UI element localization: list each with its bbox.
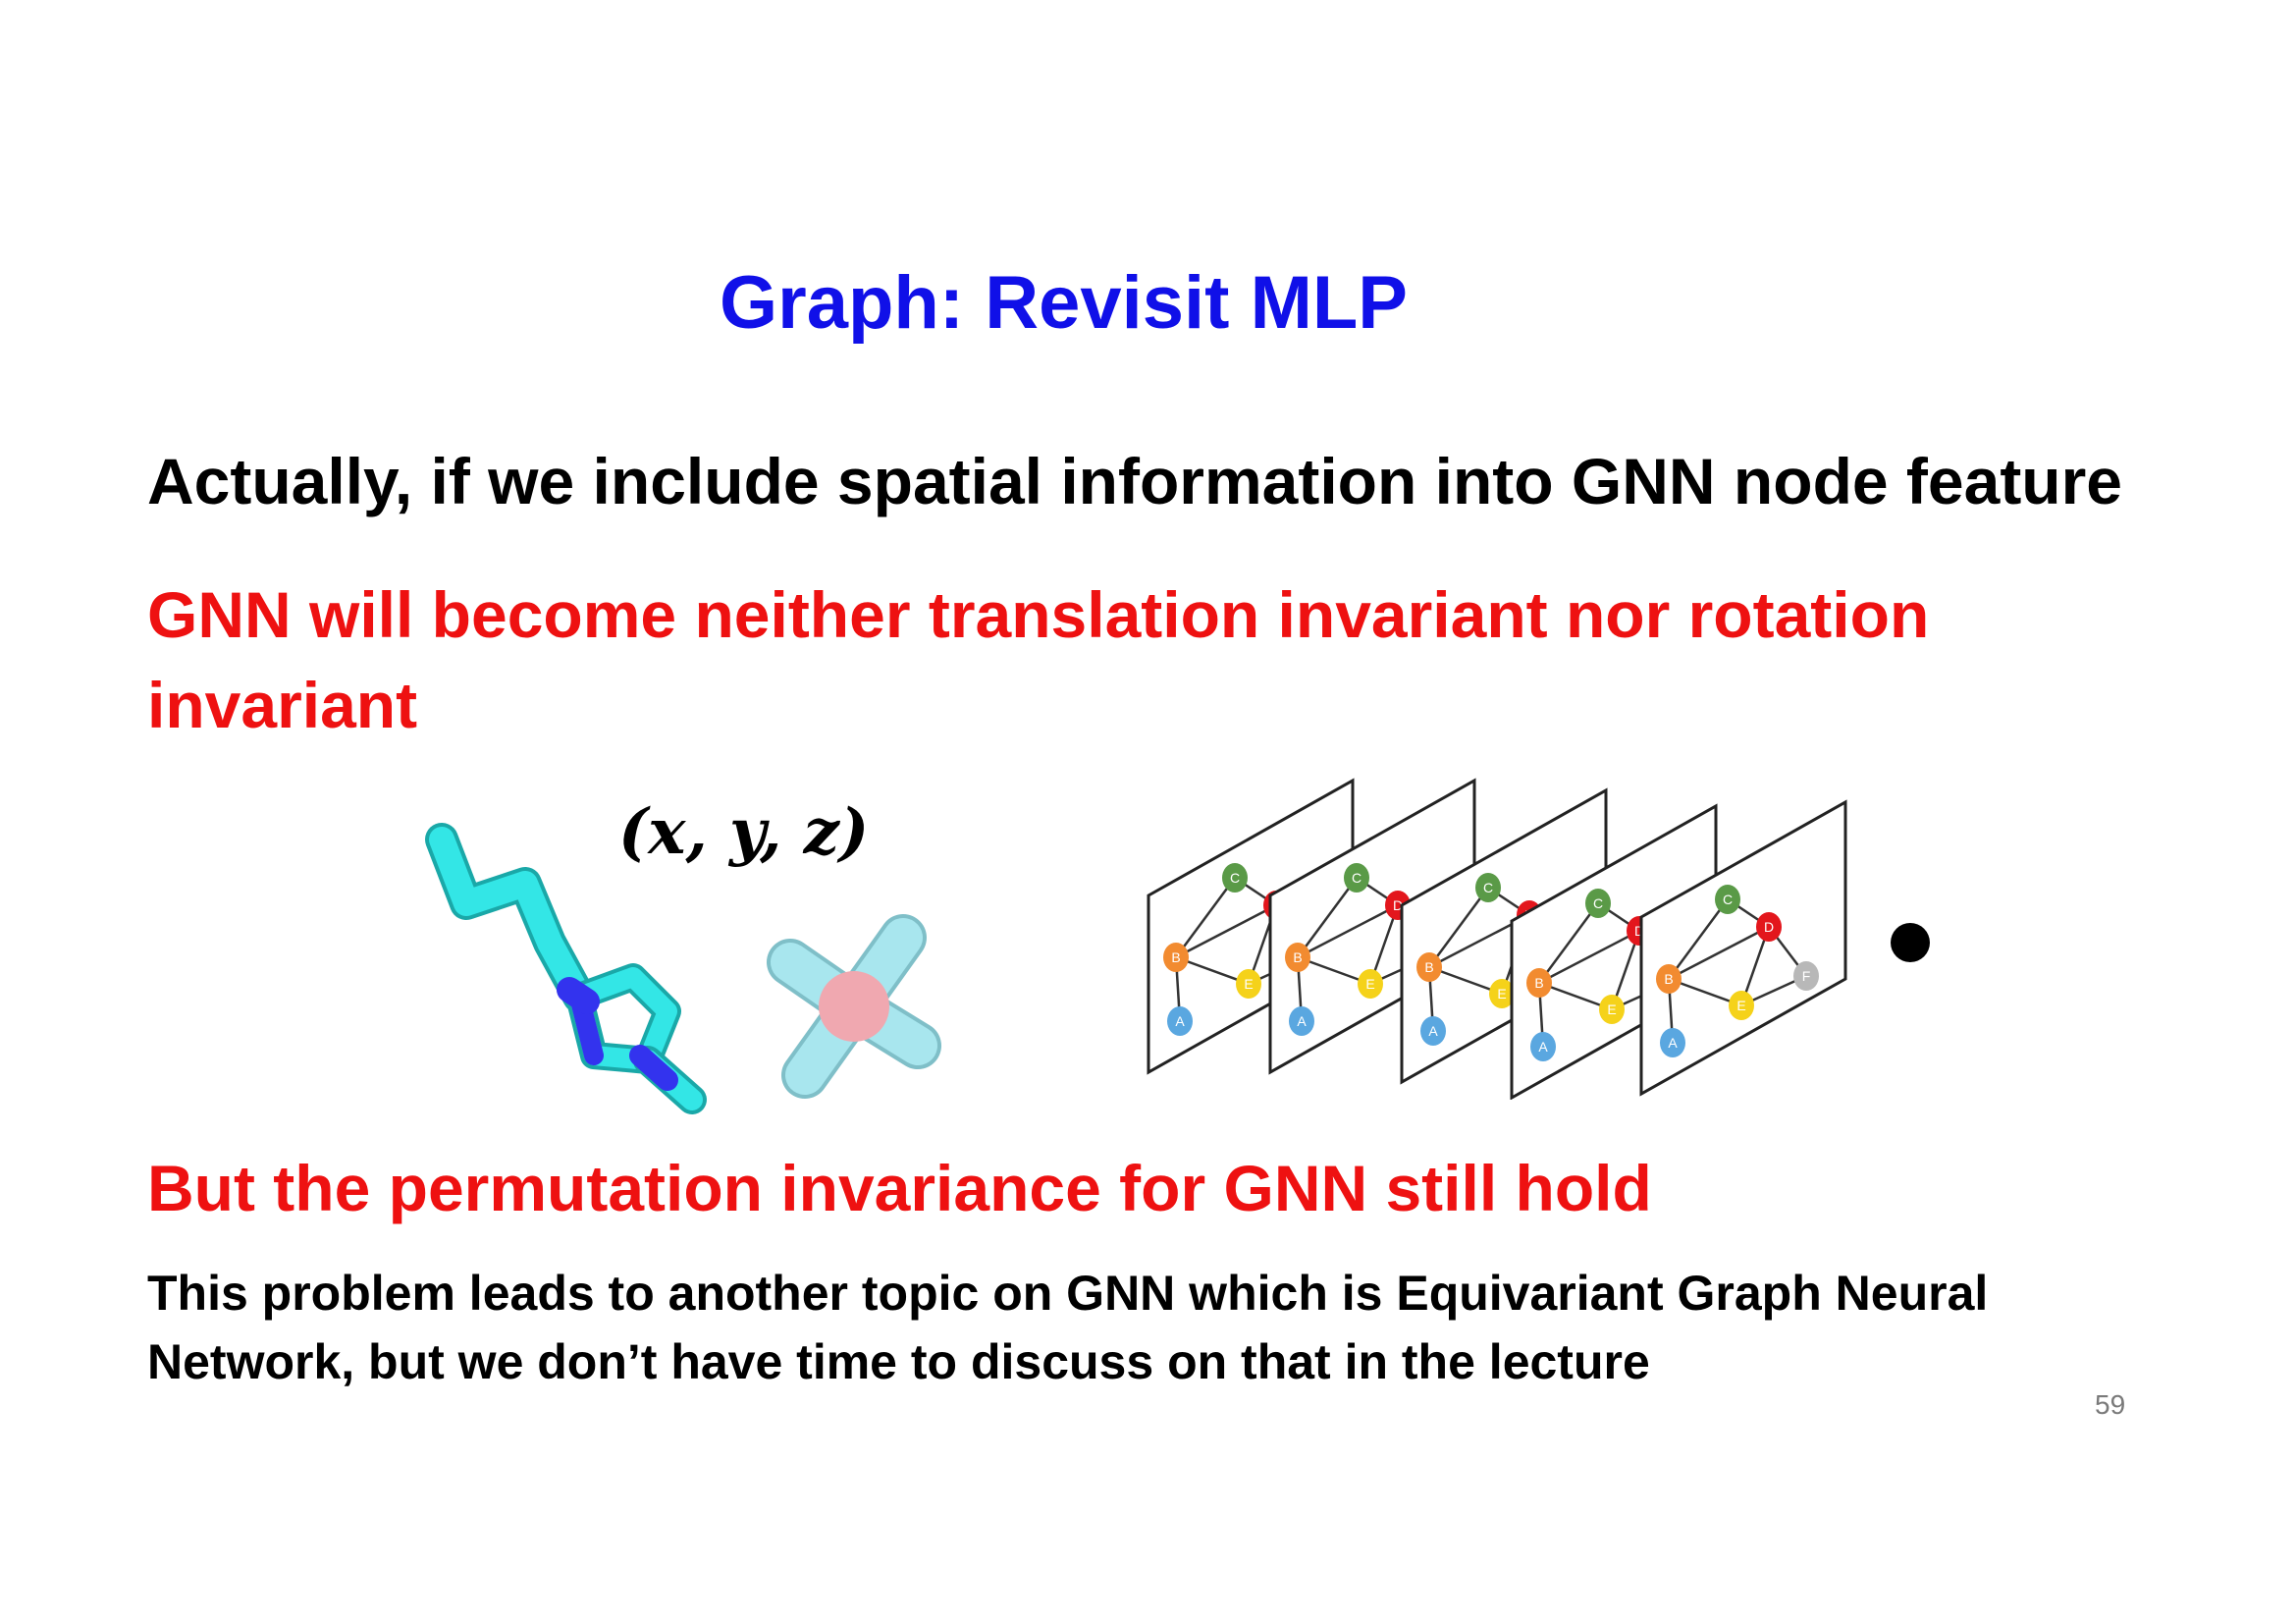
molecule-3d-icon — [425, 823, 707, 1114]
bullet-dot-icon — [1891, 923, 1930, 962]
graph-stack-icon: C D B E F A — [1147, 779, 1847, 1100]
statement-permutation-invariance: But the permutation invariance for GNN s… — [147, 1152, 1652, 1224]
footnote-equivariant-gnn: This problem leads to another topic on G… — [147, 1266, 1989, 1389]
statement-spatial-info: Actually, if we include spatial informat… — [147, 445, 2123, 517]
slide-title: Graph: Revisit MLP — [720, 261, 1408, 345]
statement-not-invariant: GNN will become neither translation inva… — [147, 578, 1930, 741]
page-number: 59 — [2095, 1389, 2126, 1420]
tetrahedral-molecule-icon — [767, 914, 941, 1099]
